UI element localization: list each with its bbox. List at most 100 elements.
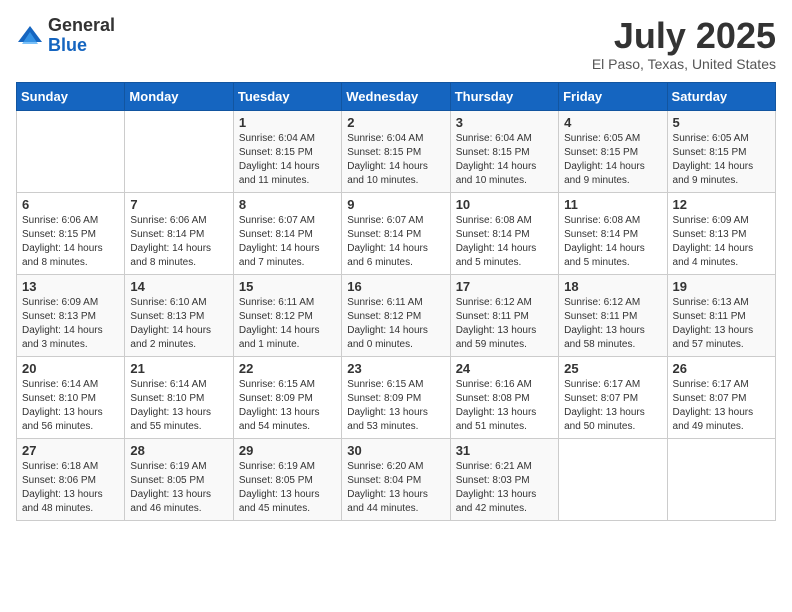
calendar-week-row: 27 Sunrise: 6:18 AM Sunset: 8:06 PM Dayli… [17, 438, 776, 520]
weekday-header-thursday: Thursday [450, 82, 558, 110]
day-number: 26 [673, 361, 770, 376]
day-info: Sunrise: 6:11 AM Sunset: 8:12 PM Dayligh… [239, 296, 336, 352]
day-info: Sunrise: 6:05 AM Sunset: 8:15 PM Dayligh… [673, 132, 770, 188]
day-info: Sunrise: 6:14 AM Sunset: 8:10 PM Dayligh… [130, 378, 227, 434]
logo-blue-text: Blue [48, 35, 87, 55]
month-title: July 2025 [592, 16, 776, 56]
calendar-cell: 18Sunrise: 6:12 AM Sunset: 8:11 PM Dayli… [559, 274, 667, 356]
day-info: Sunrise: 6:15 AM Sunset: 8:09 PM Dayligh… [347, 378, 444, 434]
calendar-cell: 4Sunrise: 6:05 AM Sunset: 8:15 PM Daylig… [559, 110, 667, 192]
day-number: 18 [564, 279, 661, 294]
calendar-cell: 3 Sunrise: 6:04 AM Sunset: 8:15 PM Daylig… [450, 110, 558, 192]
day-number: 14 [130, 279, 227, 294]
calendar-cell [667, 438, 775, 520]
calendar-cell: 6 Sunrise: 6:06 AM Sunset: 8:15 PM Daylig… [17, 192, 125, 274]
title-block: July 2025 El Paso, Texas, United States [592, 16, 776, 72]
calendar-cell: 25Sunrise: 6:17 AM Sunset: 8:07 PM Dayli… [559, 356, 667, 438]
day-number: 1 [239, 115, 336, 130]
location-text: El Paso, Texas, United States [592, 56, 776, 72]
calendar-cell: 8 Sunrise: 6:07 AM Sunset: 8:14 PM Daylig… [233, 192, 341, 274]
day-number: 4 [564, 115, 661, 130]
calendar-cell: 10 Sunrise: 6:08 AM Sunset: 8:14 PM Dayli… [450, 192, 558, 274]
day-info: Sunrise: 6:16 AM Sunset: 8:08 PM Dayligh… [456, 378, 553, 434]
calendar-cell: 12 Sunrise: 6:09 AM Sunset: 8:13 PM Dayli… [667, 192, 775, 274]
day-info: Sunrise: 6:17 AM Sunset: 8:07 PM Dayligh… [673, 378, 770, 434]
calendar-cell: 9 Sunrise: 6:07 AM Sunset: 8:14 PM Daylig… [342, 192, 450, 274]
day-info: Sunrise: 6:09 AM Sunset: 8:13 PM Dayligh… [673, 214, 770, 270]
page-header: General Blue July 2025 El Paso, Texas, U… [16, 16, 776, 72]
day-info: Sunrise: 6:09 AM Sunset: 8:13 PM Dayligh… [22, 296, 119, 352]
day-number: 2 [347, 115, 444, 130]
day-info: Sunrise: 6:07 AM Sunset: 8:14 PM Dayligh… [347, 214, 444, 270]
day-info: Sunrise: 6:17 AM Sunset: 8:07 PM Dayligh… [564, 378, 661, 434]
day-info: Sunrise: 6:19 AM Sunset: 8:05 PM Dayligh… [130, 460, 227, 516]
day-number: 31 [456, 443, 553, 458]
calendar-week-row: 1 Sunrise: 6:04 AM Sunset: 8:15 PM Daylig… [17, 110, 776, 192]
day-number: 24 [456, 361, 553, 376]
calendar-cell: 11Sunrise: 6:08 AM Sunset: 8:14 PM Dayli… [559, 192, 667, 274]
calendar-cell: 31Sunrise: 6:21 AM Sunset: 8:03 PM Dayli… [450, 438, 558, 520]
day-number: 29 [239, 443, 336, 458]
calendar-cell: 7Sunrise: 6:06 AM Sunset: 8:14 PM Daylig… [125, 192, 233, 274]
day-number: 6 [22, 197, 119, 212]
logo-general-text: General [48, 15, 115, 35]
day-info: Sunrise: 6:10 AM Sunset: 8:13 PM Dayligh… [130, 296, 227, 352]
calendar-cell [559, 438, 667, 520]
day-number: 30 [347, 443, 444, 458]
calendar-cell: 22Sunrise: 6:15 AM Sunset: 8:09 PM Dayli… [233, 356, 341, 438]
day-info: Sunrise: 6:18 AM Sunset: 8:06 PM Dayligh… [22, 460, 119, 516]
weekday-header-saturday: Saturday [667, 82, 775, 110]
calendar-cell: 1Sunrise: 6:04 AM Sunset: 8:15 PM Daylig… [233, 110, 341, 192]
calendar-cell: 23Sunrise: 6:15 AM Sunset: 8:09 PM Dayli… [342, 356, 450, 438]
day-number: 17 [456, 279, 553, 294]
calendar-cell: 19 Sunrise: 6:13 AM Sunset: 8:11 PM Dayli… [667, 274, 775, 356]
day-info: Sunrise: 6:20 AM Sunset: 8:04 PM Dayligh… [347, 460, 444, 516]
calendar-cell: 16 Sunrise: 6:11 AM Sunset: 8:12 PM Dayli… [342, 274, 450, 356]
day-info: Sunrise: 6:07 AM Sunset: 8:14 PM Dayligh… [239, 214, 336, 270]
day-info: Sunrise: 6:06 AM Sunset: 8:14 PM Dayligh… [130, 214, 227, 270]
weekday-header-sunday: Sunday [17, 82, 125, 110]
day-info: Sunrise: 6:15 AM Sunset: 8:09 PM Dayligh… [239, 378, 336, 434]
calendar-week-row: 20 Sunrise: 6:14 AM Sunset: 8:10 PM Dayli… [17, 356, 776, 438]
day-number: 3 [456, 115, 553, 130]
day-info: Sunrise: 6:08 AM Sunset: 8:14 PM Dayligh… [456, 214, 553, 270]
day-info: Sunrise: 6:06 AM Sunset: 8:15 PM Dayligh… [22, 214, 119, 270]
day-info: Sunrise: 6:04 AM Sunset: 8:15 PM Dayligh… [347, 132, 444, 188]
calendar-cell [17, 110, 125, 192]
day-number: 5 [673, 115, 770, 130]
logo-icon [16, 22, 44, 50]
calendar-week-row: 6 Sunrise: 6:06 AM Sunset: 8:15 PM Daylig… [17, 192, 776, 274]
logo: General Blue [16, 16, 115, 56]
day-number: 19 [673, 279, 770, 294]
day-number: 27 [22, 443, 119, 458]
calendar-week-row: 13 Sunrise: 6:09 AM Sunset: 8:13 PM Dayli… [17, 274, 776, 356]
day-info: Sunrise: 6:14 AM Sunset: 8:10 PM Dayligh… [22, 378, 119, 434]
calendar-cell: 13 Sunrise: 6:09 AM Sunset: 8:13 PM Dayli… [17, 274, 125, 356]
day-number: 16 [347, 279, 444, 294]
calendar-cell: 30 Sunrise: 6:20 AM Sunset: 8:04 PM Dayli… [342, 438, 450, 520]
day-info: Sunrise: 6:13 AM Sunset: 8:11 PM Dayligh… [673, 296, 770, 352]
day-number: 9 [347, 197, 444, 212]
day-number: 20 [22, 361, 119, 376]
calendar-cell [125, 110, 233, 192]
calendar-cell: 17 Sunrise: 6:12 AM Sunset: 8:11 PM Dayli… [450, 274, 558, 356]
day-info: Sunrise: 6:04 AM Sunset: 8:15 PM Dayligh… [456, 132, 553, 188]
day-number: 13 [22, 279, 119, 294]
day-info: Sunrise: 6:11 AM Sunset: 8:12 PM Dayligh… [347, 296, 444, 352]
weekday-header-row: SundayMondayTuesdayWednesdayThursdayFrid… [17, 82, 776, 110]
calendar-cell: 14 Sunrise: 6:10 AM Sunset: 8:13 PM Dayli… [125, 274, 233, 356]
day-info: Sunrise: 6:08 AM Sunset: 8:14 PM Dayligh… [564, 214, 661, 270]
day-number: 12 [673, 197, 770, 212]
calendar-cell: 27 Sunrise: 6:18 AM Sunset: 8:06 PM Dayli… [17, 438, 125, 520]
day-number: 15 [239, 279, 336, 294]
calendar-cell: 21Sunrise: 6:14 AM Sunset: 8:10 PM Dayli… [125, 356, 233, 438]
day-number: 8 [239, 197, 336, 212]
day-number: 28 [130, 443, 227, 458]
calendar-table: SundayMondayTuesdayWednesdayThursdayFrid… [16, 82, 776, 521]
day-number: 10 [456, 197, 553, 212]
calendar-cell: 15 Sunrise: 6:11 AM Sunset: 8:12 PM Dayli… [233, 274, 341, 356]
calendar-cell: 24 Sunrise: 6:16 AM Sunset: 8:08 PM Dayli… [450, 356, 558, 438]
weekday-header-wednesday: Wednesday [342, 82, 450, 110]
day-info: Sunrise: 6:19 AM Sunset: 8:05 PM Dayligh… [239, 460, 336, 516]
day-info: Sunrise: 6:12 AM Sunset: 8:11 PM Dayligh… [456, 296, 553, 352]
